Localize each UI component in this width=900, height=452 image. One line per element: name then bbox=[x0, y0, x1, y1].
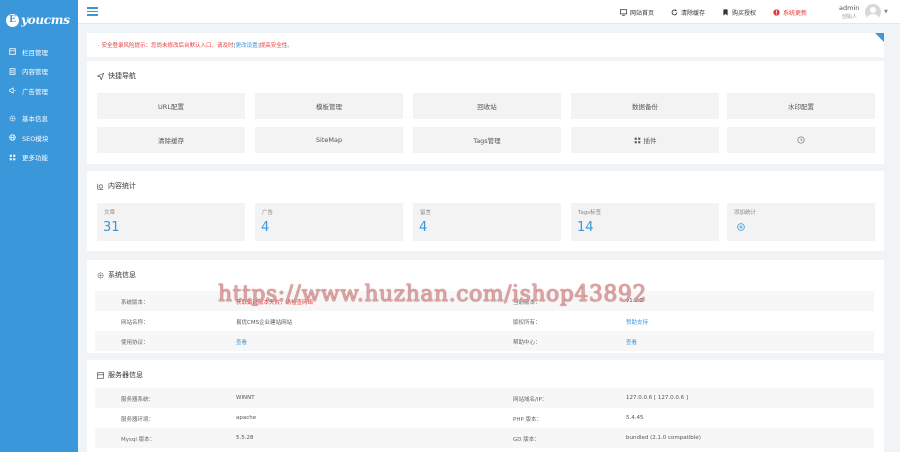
alert-icon bbox=[773, 8, 780, 16]
menu-toggle-icon[interactable] bbox=[87, 7, 98, 16]
sidebar-nav: 栏目管理 内容管理 广告管理 基本信息 SEO模块 更多功能 bbox=[0, 40, 78, 167]
sidebar-item-columns[interactable]: 栏目管理 bbox=[0, 42, 78, 62]
bookmark-icon bbox=[722, 8, 729, 16]
sidebar-item-label: 基本信息 bbox=[22, 115, 48, 124]
panel-title: 内容统计 bbox=[97, 181, 136, 191]
help-view-link[interactable]: 查看 bbox=[626, 338, 637, 346]
quick-recycle-button[interactable]: 回收站 bbox=[413, 93, 561, 119]
user-menu[interactable]: admin 创始人 ▼ bbox=[839, 3, 899, 21]
logo-text: youcms bbox=[21, 13, 70, 27]
notice-text: · 安全登录风险提示：您尚未修改后台默认入口，请及时[更改设置]提高安全性。 bbox=[98, 43, 293, 49]
quick-nav-panel: 快捷导航 URL配置 模板管理 回收站 数据备份 水印配置 清除缓存 SiteM… bbox=[87, 61, 884, 164]
sidebar-item-more[interactable]: 更多功能 bbox=[0, 148, 78, 168]
stats-panel: 内容统计 文章 31 广告 4 留言 4 Tags标签 14 添加统计 bbox=[87, 171, 884, 251]
table-row: 服务器环境： apache PHP 版本： 5.4.45 bbox=[121, 415, 644, 423]
notice-settings-link[interactable]: [更改设置] bbox=[234, 43, 260, 49]
corner-marker bbox=[875, 33, 884, 42]
panel-title: 系统信息 bbox=[97, 270, 136, 280]
quick-tags-button[interactable]: Tags管理 bbox=[413, 127, 561, 153]
sidebar-item-label: 内容管理 bbox=[22, 68, 48, 77]
main-content: · 安全登录风险提示：您尚未修改后台默认入口，请及时[更改设置]提高安全性。 快… bbox=[78, 24, 900, 452]
table-row: 网站名称： 易优CMS企业建站网站 版权所有： 赞助支持 bbox=[121, 318, 649, 326]
topbar: 网站首页 清除缓存 购买授权 系统更新 admin 创始人 ▼ bbox=[78, 0, 900, 24]
site-home-link[interactable]: 网站首页 bbox=[620, 8, 654, 17]
quick-plugin-button[interactable]: 插件 bbox=[571, 127, 719, 153]
add-circle-icon bbox=[797, 136, 805, 144]
quick-url-config-button[interactable]: URL配置 bbox=[97, 93, 245, 119]
sidebar-item-seo[interactable]: SEO模块 bbox=[0, 128, 78, 148]
table-row: 服务器系统： WINNT 网站域名/IP： 127.0.0.6 [ 127.0.… bbox=[95, 388, 874, 408]
sidebar-item-ads[interactable]: 广告管理 bbox=[0, 81, 78, 101]
top-link-label: 购买授权 bbox=[732, 9, 757, 17]
quick-add-button[interactable] bbox=[727, 127, 875, 153]
user-name: admin bbox=[839, 4, 860, 12]
refresh-icon bbox=[671, 8, 678, 16]
ad-icon bbox=[9, 87, 16, 94]
security-notice: · 安全登录风险提示：您尚未修改后台默认入口，请及时[更改设置]提高安全性。 bbox=[87, 33, 884, 57]
grid-icon bbox=[9, 154, 16, 161]
stat-value: 4 bbox=[419, 220, 428, 235]
top-link-label: 系统更新 bbox=[783, 9, 808, 17]
quick-backup-button[interactable]: 数据备份 bbox=[571, 93, 719, 119]
avatar bbox=[865, 4, 881, 20]
system-info-panel: 系统信息 系统版本： 获取最新版本失败，请检查网络 当前版本： v1.5.3 网… bbox=[87, 260, 884, 353]
logo[interactable]: E youcms bbox=[0, 0, 78, 40]
stat-card-tags[interactable]: Tags标签 14 bbox=[571, 203, 719, 241]
gear-icon bbox=[97, 272, 104, 279]
chevron-down-icon: ▼ bbox=[884, 9, 888, 15]
monitor-icon bbox=[620, 8, 627, 16]
table-row: 使用协议： 查看 帮助中心： 查看 bbox=[95, 331, 874, 351]
chart-icon bbox=[97, 183, 104, 190]
stat-card-messages[interactable]: 留言 4 bbox=[413, 203, 561, 241]
table-row: Mysql 版本： 5.5.28 GD 版本： bundled (2.1.0 c… bbox=[95, 428, 874, 448]
sidebar-item-content[interactable]: 内容管理 bbox=[0, 62, 78, 82]
globe-icon bbox=[9, 134, 16, 141]
columns-icon bbox=[9, 48, 16, 55]
panel-title: 快捷导航 bbox=[97, 71, 136, 81]
logo-mark: E bbox=[6, 13, 19, 27]
sponsor-link[interactable]: 赞助支持 bbox=[626, 318, 648, 326]
system-update-link[interactable]: 系统更新 bbox=[773, 8, 807, 17]
buy-license-link[interactable]: 购买授权 bbox=[722, 8, 756, 17]
sidebar-item-label: 广告管理 bbox=[22, 87, 48, 96]
sidebar-item-label: 更多功能 bbox=[22, 154, 48, 163]
quick-template-button[interactable]: 模板管理 bbox=[255, 93, 403, 119]
stat-value: 4 bbox=[261, 220, 270, 235]
content-icon bbox=[9, 68, 16, 75]
stat-card-articles[interactable]: 文章 31 bbox=[97, 203, 245, 241]
top-links: 网站首页 清除缓存 购买授权 系统更新 bbox=[620, 0, 824, 24]
stat-card-ads[interactable]: 广告 4 bbox=[255, 203, 403, 241]
sidebar: E youcms 栏目管理 内容管理 广告管理 基本信息 SEO模块 更多功能 bbox=[0, 0, 78, 452]
plugin-icon bbox=[634, 137, 641, 144]
stat-value: 31 bbox=[103, 220, 120, 235]
table-row: 系统版本： 获取最新版本失败，请检查网络 当前版本： v1.5.3 bbox=[95, 291, 874, 311]
stat-value: 14 bbox=[577, 220, 594, 235]
clear-cache-link[interactable]: 清除缓存 bbox=[671, 8, 705, 17]
top-link-label: 网站首页 bbox=[630, 9, 655, 17]
sidebar-item-basic-info[interactable]: 基本信息 bbox=[0, 109, 78, 129]
sidebar-item-label: 栏目管理 bbox=[22, 48, 48, 57]
top-link-label: 清除缓存 bbox=[681, 9, 706, 17]
license-view-link[interactable]: 查看 bbox=[236, 338, 247, 346]
stat-card-add[interactable]: 添加统计 bbox=[727, 203, 875, 241]
plus-circle-icon bbox=[737, 223, 745, 231]
server-icon bbox=[97, 371, 104, 379]
quick-clear-cache-button[interactable]: 清除缓存 bbox=[97, 127, 245, 153]
quick-watermark-button[interactable]: 水印配置 bbox=[727, 93, 875, 119]
quick-sitemap-button[interactable]: SiteMap bbox=[255, 127, 403, 153]
send-icon bbox=[97, 72, 104, 80]
sidebar-item-label: SEO模块 bbox=[22, 134, 49, 143]
gear-icon bbox=[9, 115, 16, 122]
panel-title: 服务器信息 bbox=[97, 370, 143, 380]
server-info-panel: 服务器信息 服务器系统： WINNT 网站域名/IP： 127.0.0.6 [ … bbox=[87, 360, 884, 452]
user-role: 创始人 bbox=[842, 14, 858, 20]
